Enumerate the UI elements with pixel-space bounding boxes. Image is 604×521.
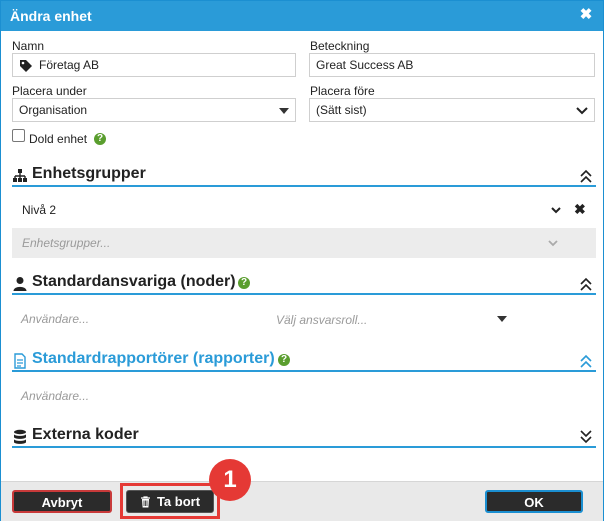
section-default-responsible-title: Standardansvariga (noder)	[32, 273, 236, 290]
sitemap-icon	[13, 169, 27, 182]
double-chevron-up-icon[interactable]	[578, 353, 594, 369]
name-value: Företag AB	[39, 58, 100, 72]
close-icon[interactable]: ✖	[577, 6, 595, 24]
tag-icon	[20, 60, 32, 72]
double-chevron-up-icon[interactable]	[578, 168, 594, 184]
cancel-button[interactable]: Avbryt	[12, 490, 112, 513]
section-external-codes-title: Externa koder	[32, 426, 139, 443]
section-default-responsible-header: Standardansvariga (noder) ?	[12, 273, 596, 295]
place-before-value: (Sätt sist)	[316, 103, 367, 117]
double-chevron-up-icon[interactable]	[578, 276, 594, 292]
place-before-label: Placera före	[310, 84, 375, 98]
help-icon[interactable]: ?	[278, 354, 290, 366]
step-badge: 1	[209, 459, 251, 501]
place-under-label: Placera under	[12, 84, 87, 98]
section-unit-groups-header: Enhetsgrupper	[12, 165, 596, 187]
double-chevron-down-icon[interactable]	[578, 429, 594, 445]
dialog-footer: Avbryt Ta bort OK	[1, 481, 603, 521]
database-icon	[14, 429, 26, 444]
dialog-title: Ändra enhet	[10, 8, 92, 24]
remove-icon[interactable]: ✖	[574, 202, 588, 216]
caret-down-icon	[497, 316, 507, 322]
section-unit-groups-title: Enhetsgrupper	[32, 165, 146, 182]
name-label: Namn	[12, 39, 45, 53]
help-icon[interactable]: ?	[94, 133, 106, 145]
responsible-users-input[interactable]: Användare...	[21, 312, 89, 326]
unit-group-item-label: Nivå 2	[22, 203, 57, 217]
section-default-reporters-header: Standardrapportörer (rapporter) ?	[12, 350, 596, 372]
section-external-codes-header: Externa koder	[12, 426, 596, 448]
hidden-unit-label: Dold enhet	[29, 132, 88, 146]
unit-groups-placeholder: Enhetsgrupper...	[22, 236, 111, 250]
designation-label: Beteckning	[310, 39, 370, 53]
user-icon	[13, 277, 27, 291]
designation-input[interactable]: Great Success AB	[309, 53, 595, 77]
chevron-down-icon	[576, 107, 588, 115]
hidden-unit-checkbox[interactable]	[12, 129, 25, 142]
place-under-select[interactable]: Organisation	[12, 98, 296, 122]
caret-down-icon	[279, 108, 289, 114]
chevron-down-icon	[548, 240, 558, 247]
edit-unit-dialog: Ändra enhet ✖ Namn Företag AB Beteckning…	[0, 0, 604, 521]
document-icon	[14, 353, 26, 369]
reporters-users-input[interactable]: Användare...	[21, 389, 89, 403]
name-input[interactable]: Företag AB	[12, 53, 296, 77]
responsible-role-select[interactable]: Välj ansvarsroll...	[276, 313, 367, 327]
help-icon[interactable]: ?	[238, 277, 250, 289]
unit-group-item: Nivå 2 ✖	[12, 198, 596, 224]
dialog-titlebar: Ändra enhet ✖	[1, 1, 603, 31]
place-under-value: Organisation	[19, 103, 88, 117]
unit-groups-input[interactable]: Enhetsgrupper...	[12, 228, 596, 258]
ok-button[interactable]: OK	[485, 490, 583, 513]
delete-button-highlight	[120, 483, 220, 519]
section-default-reporters-title: Standardrapportörer (rapporter)	[32, 350, 275, 367]
designation-value: Great Success AB	[316, 58, 414, 72]
chevron-down-icon[interactable]	[549, 203, 563, 217]
place-before-select[interactable]: (Sätt sist)	[309, 98, 595, 122]
